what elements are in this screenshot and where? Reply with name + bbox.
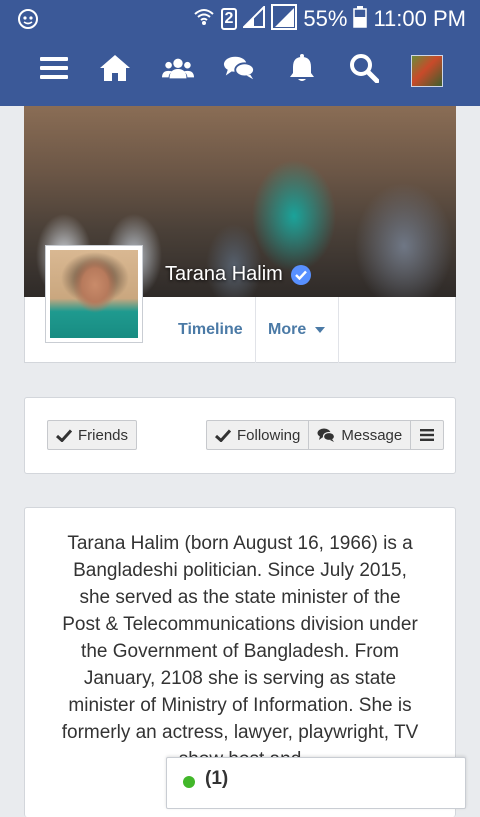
wifi-icon <box>193 7 215 32</box>
following-button-label: Following <box>237 426 301 444</box>
sim-2-icon: 2 <box>220 8 238 30</box>
messages-icon[interactable] <box>223 52 255 84</box>
tab-timeline[interactable]: Timeline <box>178 297 243 363</box>
notifications-icon[interactable] <box>286 52 318 84</box>
message-button[interactable]: Message <box>308 420 412 450</box>
signal-icon <box>241 4 266 33</box>
tab-divider <box>255 297 256 363</box>
battery-percent: 55% <box>303 6 348 31</box>
profile-actions-group: Following Message <box>206 420 445 450</box>
top-nav-bar <box>0 38 480 106</box>
following-button[interactable]: Following <box>206 420 310 450</box>
friends-button[interactable]: Friends <box>47 420 138 450</box>
clock: 11:00 PM <box>373 6 466 31</box>
profile-picture-image <box>50 250 138 338</box>
message-button-label: Message <box>341 426 403 444</box>
check-icon <box>215 428 231 442</box>
search-icon[interactable] <box>348 52 380 84</box>
caret-down-icon <box>314 321 326 339</box>
profile-name-text: Tarana Halim <box>165 263 283 285</box>
tab-divider <box>338 297 339 363</box>
profile-picture[interactable] <box>45 245 143 343</box>
tab-more-label: More <box>268 321 307 338</box>
notification-bot-icon <box>16 8 40 30</box>
chat-bar[interactable]: (1) <box>166 757 466 809</box>
home-icon[interactable] <box>99 52 131 84</box>
menu-icon[interactable] <box>38 52 70 84</box>
tab-more[interactable]: More <box>268 297 326 363</box>
friends-button-label: Friends <box>78 426 129 444</box>
more-options-button[interactable] <box>410 420 445 450</box>
hamburger-icon <box>420 429 435 441</box>
bio-text: Tarana Halim (born August 16, 1966) is a… <box>61 533 419 770</box>
profile-name: Tarana Halim <box>165 263 311 286</box>
check-icon <box>56 428 72 442</box>
status-bar: 2 55% 11:00 PM <box>0 0 480 38</box>
avatar[interactable] <box>411 55 443 87</box>
online-status-dot <box>183 776 195 788</box>
verified-badge-icon <box>290 264 311 285</box>
battery-icon <box>353 5 368 33</box>
friends-icon[interactable] <box>162 52 194 84</box>
actions-card: Friends Following Message <box>24 397 456 474</box>
online-count: (1) <box>205 768 229 789</box>
signal-icon <box>271 3 298 35</box>
chat-icon <box>317 428 336 442</box>
